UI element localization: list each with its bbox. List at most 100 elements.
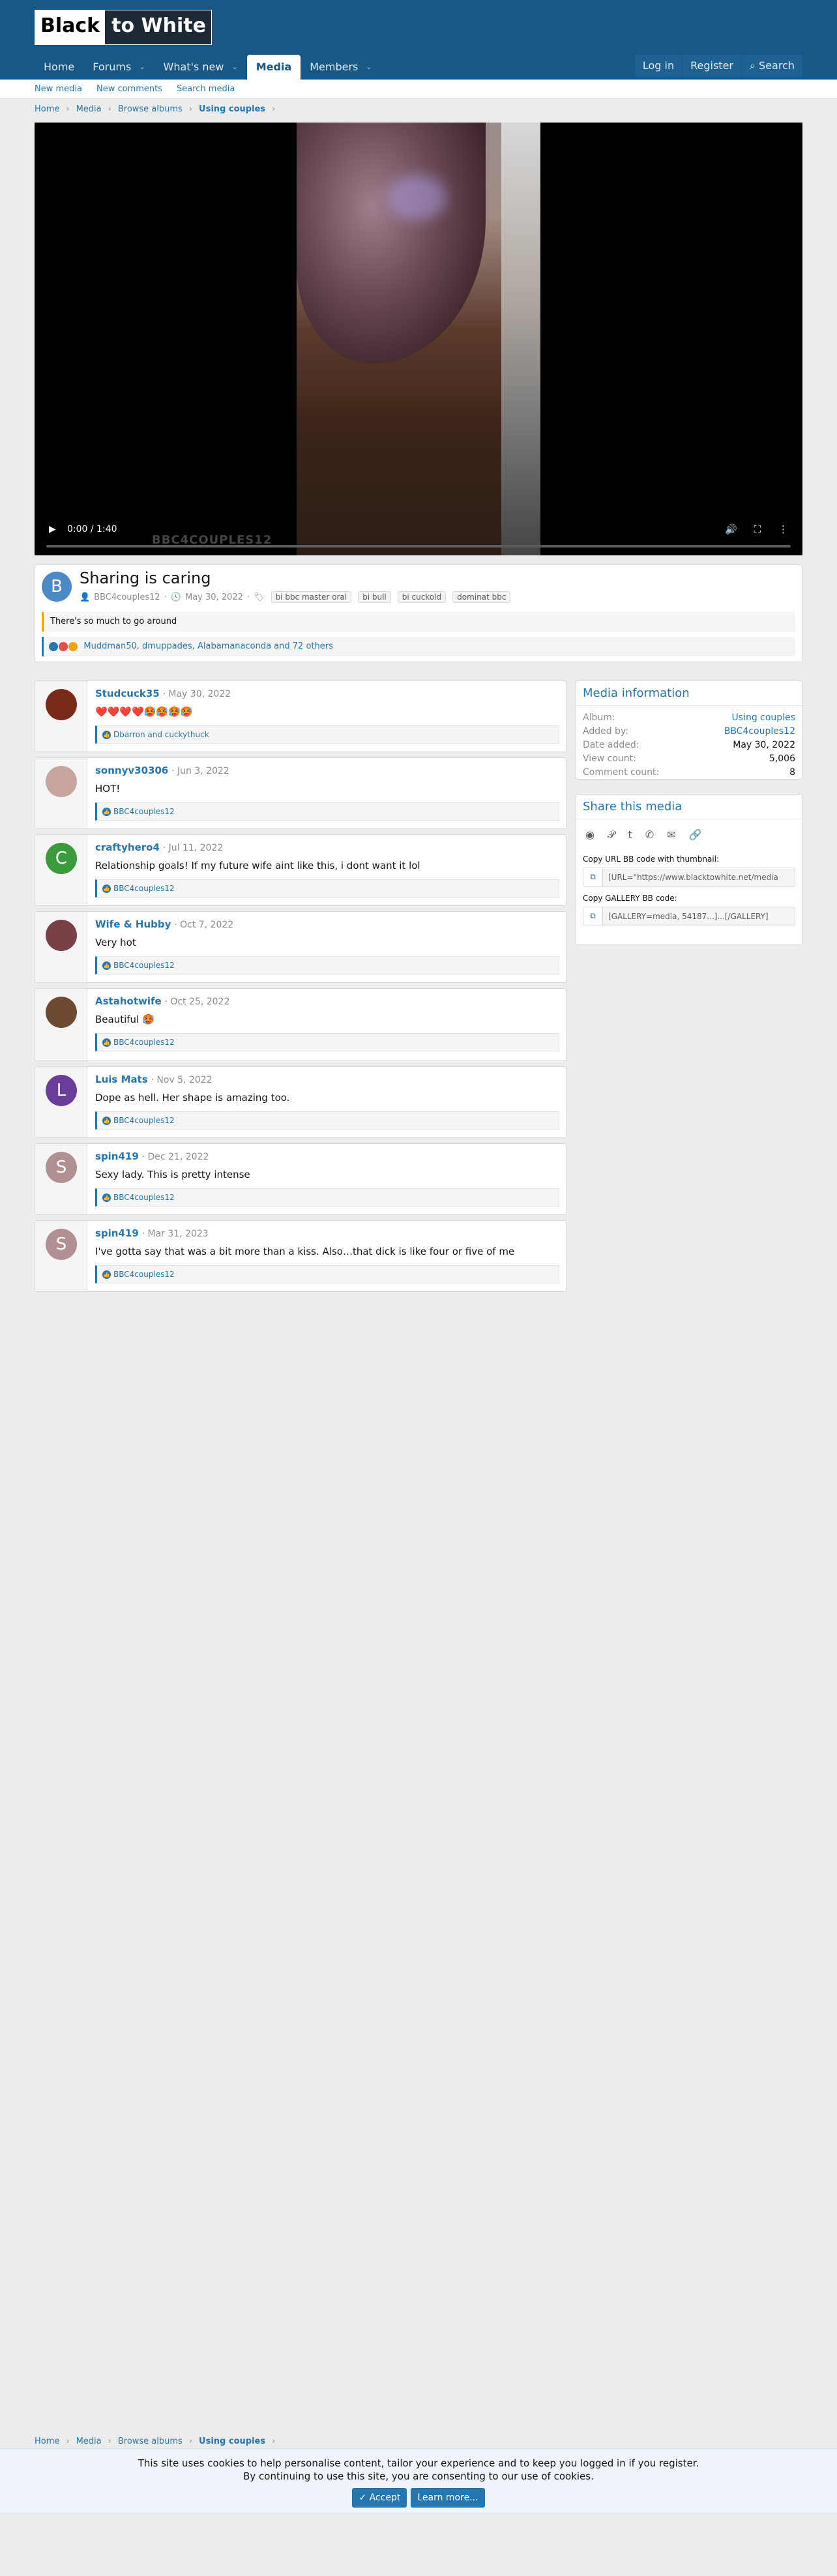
reaction-users[interactable]: BBC4couples12 [113, 1193, 175, 1202]
chevron-down-icon[interactable]: ⌄ [366, 55, 372, 79]
video-controls: BBC4COUPLES12 ▶ 0:00 / 1:40 🔊 ⛶ ⋮ [35, 516, 802, 555]
comment-date: · Nov 5, 2022 [151, 1075, 213, 1085]
tag[interactable]: bi bbc master oral [271, 591, 352, 603]
volume-icon[interactable]: 🔊 [725, 523, 737, 535]
accept-cookies-button[interactable]: ✓ Accept [352, 2488, 407, 2508]
subnav-new-media[interactable]: New media [35, 84, 82, 94]
play-icon[interactable]: ▶ [49, 524, 56, 534]
info-added-row: Added by: BBC4couples12 [576, 725, 802, 739]
avatar[interactable]: C [46, 843, 77, 874]
subnav-new-comments[interactable]: New comments [96, 84, 162, 94]
reaction-users[interactable]: BBC4couples12 [113, 884, 175, 893]
comment-text: I've gotta say that was a bit more than … [95, 1246, 515, 1257]
breadcrumb-browse-albums[interactable]: Browse albums [118, 2437, 183, 2446]
comment-avatar-column [35, 989, 87, 1061]
comment-author[interactable]: craftyhero4 [95, 842, 160, 853]
comment-reactions[interactable]: 👍 BBC4couples12 [95, 802, 559, 821]
info-date-row: Date added: May 30, 2022 [576, 739, 802, 752]
comment-reactions[interactable]: 👍 BBC4couples12 [95, 956, 559, 974]
link-icon[interactable]: 🔗 [689, 828, 702, 842]
comment-author[interactable]: sonnyv30306 [95, 765, 168, 776]
nav-whats-new[interactable]: What's new ⌄ [154, 55, 247, 80]
breadcrumb-browse-albums[interactable]: Browse albums [118, 104, 183, 114]
nav-home-label: Home [44, 61, 75, 73]
video-frame-highlight [388, 175, 447, 220]
search-button[interactable]: ⌕ Search [741, 55, 802, 77]
copy-url-value: [URL="https://www.blacktowhite.net/media [608, 873, 778, 882]
sub-nav: New media New comments Search media [0, 80, 837, 99]
nav-home[interactable]: Home [35, 55, 83, 80]
reaction-users[interactable]: BBC4couples12 [113, 1038, 175, 1047]
email-icon[interactable]: ✉ [667, 828, 675, 842]
tumblr-icon[interactable]: t [628, 828, 632, 842]
comment-author[interactable]: Wife & Hubby [95, 918, 171, 930]
learn-more-button[interactable]: Learn more... [411, 2488, 485, 2508]
nav-forums[interactable]: Forums ⌄ [83, 55, 154, 80]
copy-gallery-field[interactable]: ⧉ [GALLERY=media, 54187...]...[/GALLERY] [583, 907, 795, 926]
chevron-right-icon: › [66, 104, 70, 114]
copy-url-field[interactable]: ⧉ [URL="https://www.blacktowhite.net/medi… [583, 868, 795, 887]
breadcrumb-home[interactable]: Home [35, 104, 59, 114]
breadcrumb-media[interactable]: Media [76, 104, 102, 114]
avatar[interactable] [46, 997, 77, 1028]
info-added-link[interactable]: BBC4couples12 [724, 725, 795, 739]
copy-icon[interactable]: ⧉ [583, 868, 603, 886]
comment-author[interactable]: Luis Mats [95, 1074, 148, 1085]
whatsapp-icon[interactable]: ✆ [645, 828, 654, 842]
avatar[interactable] [46, 766, 77, 797]
media-reactions[interactable]: Muddman50, dmuppades, Alabamanaconda and… [42, 637, 795, 656]
reaction-users[interactable]: BBC4couples12 [113, 807, 175, 816]
tag[interactable]: bi cuckold [397, 591, 447, 603]
tag[interactable]: bi bull [358, 591, 391, 603]
video-player[interactable]: BBC4COUPLES12 ▶ 0:00 / 1:40 🔊 ⛶ ⋮ [35, 123, 802, 555]
comment-reactions[interactable]: 👍 BBC4couples12 [95, 1033, 559, 1051]
pinterest-icon[interactable]: 𝒫 [608, 828, 615, 842]
info-comments-row: Comment count: 8 [576, 766, 802, 780]
info-album-link[interactable]: Using couples [732, 711, 795, 725]
nav-members[interactable]: Members ⌄ [301, 55, 381, 80]
comment-reactions[interactable]: 👍 BBC4couples12 [95, 1265, 559, 1283]
comment-author[interactable]: spin419 [95, 1150, 139, 1162]
avatar[interactable]: S [46, 1152, 77, 1183]
comment-author[interactable]: Astahotwife [95, 995, 162, 1007]
avatar[interactable]: S [46, 1229, 77, 1260]
tag[interactable]: dominat bbc [452, 591, 511, 603]
media-author[interactable]: BBC4couples12 [94, 593, 160, 602]
nav-media[interactable]: Media [246, 55, 301, 80]
copy-icon[interactable]: ⧉ [583, 907, 603, 926]
reaction-users[interactable]: BBC4couples12 [113, 961, 175, 970]
breadcrumb-using-couples[interactable]: Using couples [199, 104, 265, 114]
comment-author[interactable]: Studcuck35 [95, 688, 160, 699]
site-logo[interactable]: Black to White [35, 10, 212, 45]
cookie-text-line2: By continuing to use this site, you are … [243, 2470, 594, 2482]
chevron-down-icon[interactable]: ⌄ [231, 55, 237, 79]
breadcrumb-using-couples[interactable]: Using couples [199, 2437, 265, 2446]
avatar[interactable] [46, 689, 77, 720]
comment-reactions[interactable]: 👍 BBC4couples12 [95, 1188, 559, 1207]
comment-reactions[interactable]: 👍 BBC4couples12 [95, 879, 559, 898]
register-button[interactable]: Register [683, 55, 741, 77]
reddit-icon[interactable]: ◉ [585, 828, 595, 842]
share-title: Share this media [576, 795, 802, 819]
video-frame [297, 123, 540, 555]
like-icon: 👍 [102, 1038, 111, 1047]
comment-reactions[interactable]: 👍 BBC4couples12 [95, 1111, 559, 1130]
reaction-users[interactable]: Muddman50, dmuppades, Alabamanaconda and… [83, 641, 332, 651]
comment-date: · Jul 11, 2022 [162, 843, 224, 853]
chevron-down-icon[interactable]: ⌄ [139, 55, 145, 79]
more-options-icon[interactable]: ⋮ [778, 523, 788, 535]
avatar[interactable]: L [46, 1075, 77, 1106]
breadcrumb-home[interactable]: Home [35, 2437, 59, 2446]
comment-author[interactable]: spin419 [95, 1227, 139, 1239]
reaction-users[interactable]: Dbarron and cuckythuck [113, 730, 209, 739]
avatar[interactable] [46, 920, 77, 951]
comment-reactions[interactable]: 👍 Dbarron and cuckythuck [95, 725, 559, 744]
avatar[interactable]: B [42, 572, 72, 602]
reaction-users[interactable]: BBC4couples12 [113, 1270, 175, 1279]
login-button[interactable]: Log in [634, 55, 683, 77]
fullscreen-icon[interactable]: ⛶ [754, 523, 761, 535]
breadcrumb-media[interactable]: Media [76, 2437, 102, 2446]
subnav-search-media[interactable]: Search media [177, 84, 235, 94]
video-progress-bar[interactable] [46, 545, 791, 548]
reaction-users[interactable]: BBC4couples12 [113, 1116, 175, 1125]
